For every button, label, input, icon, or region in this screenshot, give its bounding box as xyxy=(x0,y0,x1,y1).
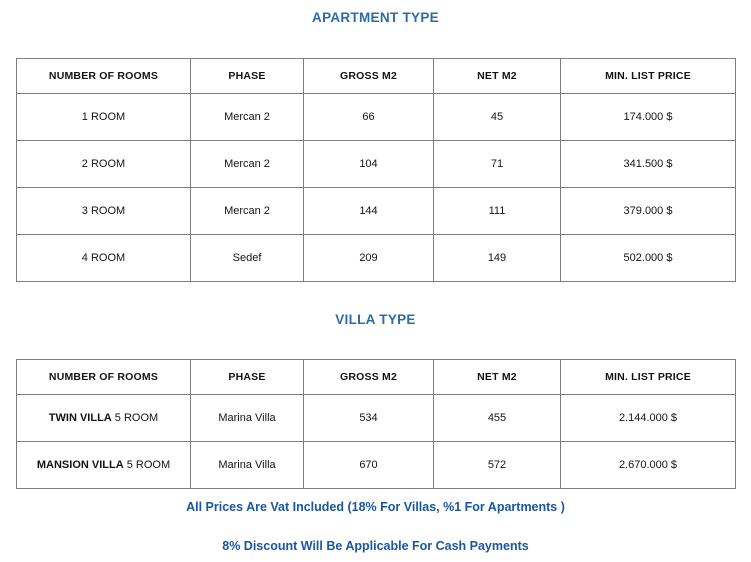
cell-villa-rooms: MANSION VILLA 5 ROOM xyxy=(16,441,191,489)
column-header-gross-m2: GROSS M2 xyxy=(303,58,434,94)
column-header-gross-m2: GROSS M2 xyxy=(303,359,434,395)
vat-note: All Prices Are Vat Included (18% For Vil… xyxy=(186,500,565,514)
villa-name-label: TWIN VILLA xyxy=(48,412,112,424)
cell-net-m2: 149 xyxy=(433,234,561,282)
villa-table-body: TWIN VILLA 5 ROOM Marina Villa 534 455 2… xyxy=(16,394,736,489)
apartment-type-table: NUMBER OF ROOMS PHASE GROSS M2 NET M2 MI… xyxy=(16,58,736,282)
cell-rooms: 2 ROOM xyxy=(16,140,191,188)
table-row: 4 ROOM Sedef 209 149 502.000 $ xyxy=(16,234,736,282)
cell-net-m2: 111 xyxy=(433,187,561,235)
table-row: 2 ROOM Mercan 2 104 71 341.500 $ xyxy=(16,140,736,188)
cell-min-list-price: 2.144.000 $ xyxy=(560,394,736,442)
table-header-row: NUMBER OF ROOMS PHASE GROSS M2 NET M2 MI… xyxy=(16,359,736,395)
villa-table-header: NUMBER OF ROOMS PHASE GROSS M2 NET M2 MI… xyxy=(16,359,736,395)
cell-phase: Marina Villa xyxy=(190,394,304,442)
cell-net-m2: 572 xyxy=(433,441,561,489)
villa-type-table: NUMBER OF ROOMS PHASE GROSS M2 NET M2 MI… xyxy=(16,359,736,489)
table-row: 1 ROOM Mercan 2 66 45 174.000 $ xyxy=(16,93,736,141)
cell-min-list-price: 379.000 $ xyxy=(560,187,736,235)
column-header-min-list-price: MIN. LIST PRICE xyxy=(560,359,736,395)
column-header-number-of-rooms: NUMBER OF ROOMS xyxy=(16,359,191,395)
villa-rooms-label: 5 ROOM xyxy=(114,412,159,424)
cell-net-m2: 45 xyxy=(433,93,561,141)
cell-min-list-price: 502.000 $ xyxy=(560,234,736,282)
cell-rooms: 3 ROOM xyxy=(16,187,191,235)
apartment-table-header: NUMBER OF ROOMS PHASE GROSS M2 NET M2 MI… xyxy=(16,58,736,94)
column-header-net-m2: NET M2 xyxy=(433,359,561,395)
table-row: MANSION VILLA 5 ROOM Marina Villa 670 57… xyxy=(16,441,736,489)
villa-name-label: MANSION VILLA xyxy=(36,459,124,471)
cell-gross-m2: 670 xyxy=(303,441,434,489)
cell-phase: Mercan 2 xyxy=(190,187,304,235)
cell-net-m2: 71 xyxy=(433,140,561,188)
table-header-row: NUMBER OF ROOMS PHASE GROSS M2 NET M2 MI… xyxy=(16,58,736,94)
column-header-net-m2: NET M2 xyxy=(433,58,561,94)
cell-gross-m2: 209 xyxy=(303,234,434,282)
cell-phase: Marina Villa xyxy=(190,441,304,489)
cell-phase: Sedef xyxy=(190,234,304,282)
cell-gross-m2: 104 xyxy=(303,140,434,188)
cell-gross-m2: 534 xyxy=(303,394,434,442)
column-header-min-list-price: MIN. LIST PRICE xyxy=(560,58,736,94)
cell-phase: Mercan 2 xyxy=(190,140,304,188)
cell-net-m2: 455 xyxy=(433,394,561,442)
cash-discount-note: 8% Discount Will Be Applicable For Cash … xyxy=(222,539,529,553)
apartment-table-body: 1 ROOM Mercan 2 66 45 174.000 $ 2 ROOM M… xyxy=(16,93,736,282)
cell-gross-m2: 66 xyxy=(303,93,434,141)
cell-rooms: 4 ROOM xyxy=(16,234,191,282)
table-row: 3 ROOM Mercan 2 144 111 379.000 $ xyxy=(16,187,736,235)
column-header-phase: PHASE xyxy=(190,359,304,395)
apartment-section-title: APARTMENT TYPE xyxy=(312,10,439,25)
price-list-page: APARTMENT TYPE NUMBER OF ROOMS PHASE GRO… xyxy=(0,0,751,562)
cell-rooms: 1 ROOM xyxy=(16,93,191,141)
column-header-number-of-rooms: NUMBER OF ROOMS xyxy=(16,58,191,94)
cell-min-list-price: 174.000 $ xyxy=(560,93,736,141)
cell-gross-m2: 144 xyxy=(303,187,434,235)
villa-section-title: VILLA TYPE xyxy=(335,312,416,327)
table-row: TWIN VILLA 5 ROOM Marina Villa 534 455 2… xyxy=(16,394,736,442)
cell-phase: Mercan 2 xyxy=(190,93,304,141)
column-header-phase: PHASE xyxy=(190,58,304,94)
villa-rooms-label: 5 ROOM xyxy=(126,459,171,471)
cell-min-list-price: 2.670.000 $ xyxy=(560,441,736,489)
cell-min-list-price: 341.500 $ xyxy=(560,140,736,188)
cell-villa-rooms: TWIN VILLA 5 ROOM xyxy=(16,394,191,442)
